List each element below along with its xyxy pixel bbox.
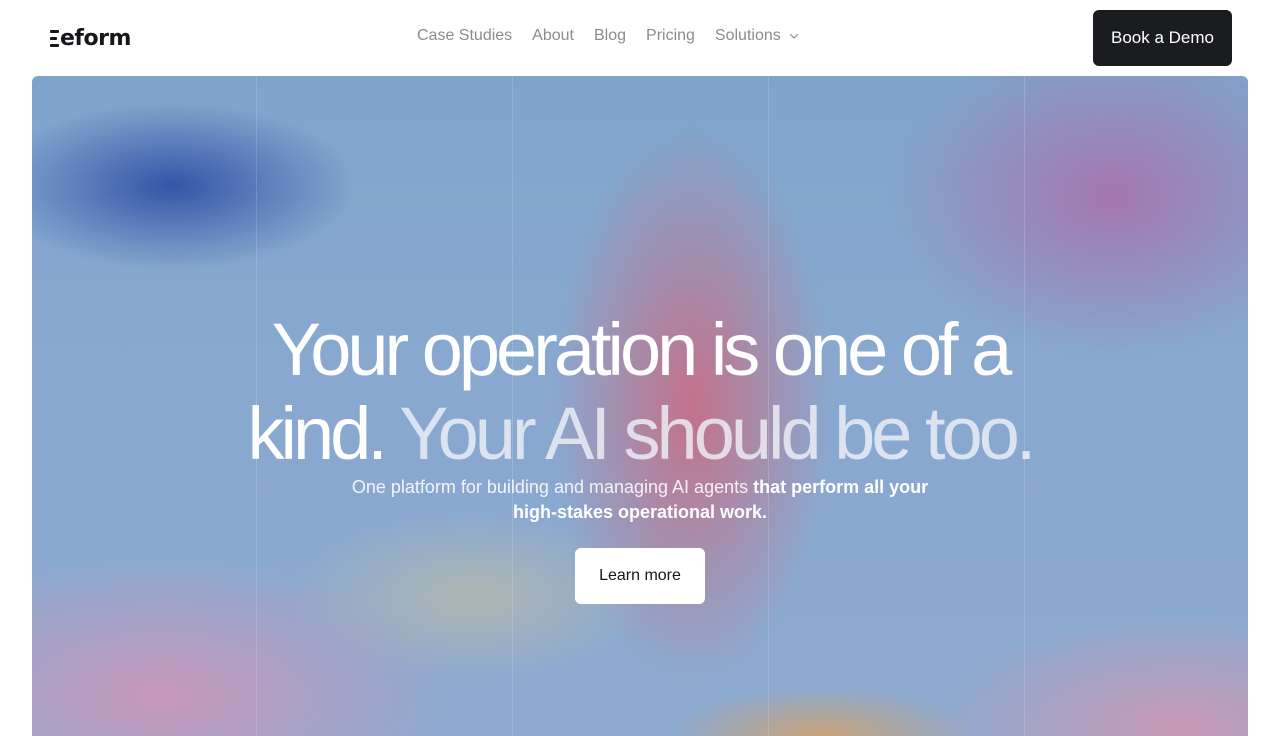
headline-line-2-end: Your AI should be too. — [399, 392, 1036, 475]
learn-more-button[interactable]: Learn more — [575, 548, 705, 604]
nav-item-pricing[interactable]: Pricing — [646, 27, 695, 45]
nav-item-blog[interactable]: Blog — [594, 27, 626, 45]
chevron-down-icon — [789, 33, 798, 39]
nav-item-solutions[interactable]: Solutions — [715, 27, 799, 45]
book-demo-button[interactable]: Book a Demo — [1093, 10, 1232, 66]
site-header: eform Case Studies About Blog Pricing So… — [0, 0, 1280, 76]
nav-item-case-studies[interactable]: Case Studies — [417, 27, 512, 45]
hero-headline: Your operation is one of a kind. Your AI… — [32, 308, 1248, 476]
hero-section: Your operation is one of a kind. Your AI… — [32, 76, 1248, 736]
logo[interactable]: eform — [50, 26, 131, 51]
logo-mark-icon — [50, 30, 59, 47]
nav-item-solutions-label: Solutions — [714, 27, 781, 44]
hero-subtitle: One platform for building and managing A… — [340, 475, 940, 525]
main-nav: Case Studies About Blog Pricing Solution… — [417, 27, 799, 45]
headline-line-2-start: kind. — [247, 392, 388, 475]
subtitle-plain: One platform for building and managing A… — [351, 477, 749, 497]
nav-item-about[interactable]: About — [532, 27, 574, 45]
headline-line-1: Your operation is one of a — [271, 308, 1013, 391]
logo-text: eform — [60, 26, 131, 51]
